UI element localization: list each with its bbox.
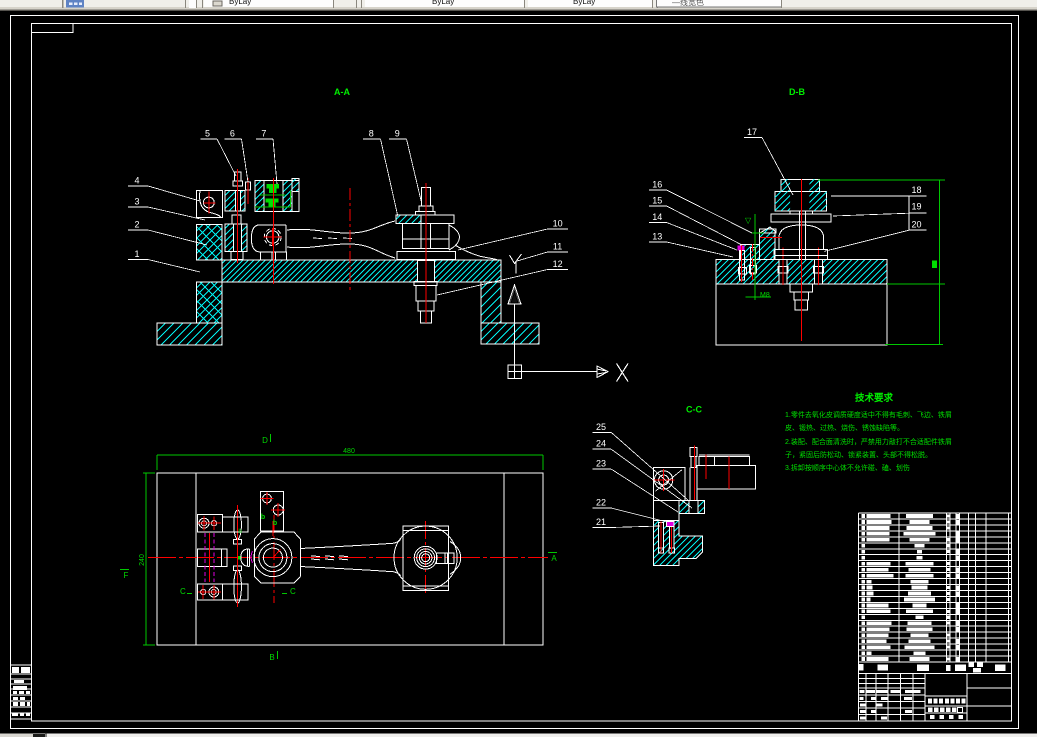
svg-text:9: 9 — [395, 129, 400, 139]
svg-text:1.零件去氧化皮调质硬度适中不得有毛刺、飞边、铁屑: 1.零件去氧化皮调质硬度适中不得有毛刺、飞边、铁屑 — [785, 410, 952, 419]
svg-text:14: 14 — [652, 212, 662, 222]
svg-text:1: 1 — [134, 249, 139, 259]
svg-text:C: C — [290, 587, 296, 596]
svg-text:A: A — [551, 554, 557, 563]
svg-text:240: 240 — [139, 554, 146, 566]
svg-text:M8: M8 — [760, 292, 770, 299]
svg-text:D-B: D-B — [789, 87, 805, 97]
svg-text:2: 2 — [134, 220, 139, 230]
svg-text:ByLay: ByLay — [432, 0, 454, 6]
svg-text:3: 3 — [134, 197, 139, 207]
svg-text:C-C: C-C — [686, 405, 702, 415]
svg-text:子，紧固后防松动、锁紧装置、头部不得松脱。: 子，紧固后防松动、锁紧装置、头部不得松脱。 — [785, 450, 932, 459]
svg-text:B: B — [269, 653, 274, 662]
svg-text:6: 6 — [230, 129, 235, 139]
svg-text:b: b — [273, 520, 277, 527]
svg-text:23: 23 — [596, 459, 606, 469]
svg-text:F: F — [124, 571, 129, 580]
svg-text:ByLay: ByLay — [229, 0, 251, 6]
svg-text:12: 12 — [553, 259, 563, 269]
svg-text:13: 13 — [652, 232, 662, 242]
svg-text:18: 18 — [911, 185, 921, 195]
svg-text:D: D — [262, 436, 268, 445]
svg-text:21: 21 — [596, 517, 606, 527]
svg-text:3.拆卸按顺序中心体不允许碰、磕、划伤: 3.拆卸按顺序中心体不允许碰、磕、划伤 — [785, 463, 910, 472]
svg-text:16: 16 — [652, 180, 662, 190]
svg-text:25: 25 — [596, 422, 606, 432]
svg-text:▽: ▽ — [745, 216, 752, 225]
svg-text:20: 20 — [911, 220, 921, 230]
svg-text:b: b — [261, 514, 265, 521]
svg-text:19: 19 — [911, 202, 921, 212]
svg-text:C: C — [180, 587, 186, 596]
svg-text:22: 22 — [596, 498, 606, 508]
svg-text:技术要求: 技术要求 — [855, 392, 894, 404]
svg-text:A-A: A-A — [334, 87, 350, 97]
svg-text:4: 4 — [134, 176, 139, 186]
svg-text:480: 480 — [343, 448, 355, 455]
svg-text:2.装配、配合面清洗时，严禁用力敲打不合适配件铁屑: 2.装配、配合面清洗时，严禁用力敲打不合适配件铁屑 — [785, 437, 952, 446]
svg-text:皮、锻热、过热、烧伤、锈蚀缺陷等。: 皮、锻热、过热、烧伤、锈蚀缺陷等。 — [785, 423, 904, 432]
svg-text:11: 11 — [553, 242, 562, 252]
svg-text:ByLay: ByLay — [573, 0, 595, 6]
svg-text:—线宽色: —线宽色 — [672, 0, 704, 7]
svg-text:7: 7 — [261, 129, 266, 139]
svg-text:8: 8 — [369, 129, 374, 139]
svg-text:17: 17 — [747, 127, 757, 137]
svg-text:5: 5 — [205, 129, 210, 139]
svg-text:24: 24 — [596, 439, 606, 449]
svg-text:15: 15 — [652, 196, 662, 206]
svg-text:10: 10 — [553, 219, 563, 229]
